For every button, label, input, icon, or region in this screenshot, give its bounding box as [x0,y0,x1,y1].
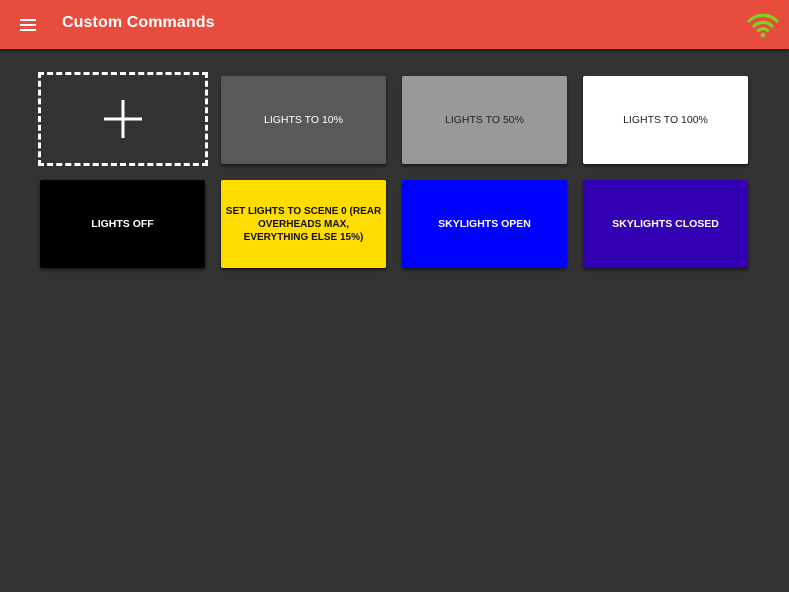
command-tile-scene-0[interactable]: SET LIGHTS TO SCENE 0 (REAR OVERHEADS MA… [221,180,386,268]
connection-status-button[interactable] [746,10,780,40]
command-tile-skylights-open[interactable]: SKYLIGHTS OPEN [402,180,567,268]
app-bar: Custom Commands [0,0,789,49]
command-label: LIGHTS TO 50% [445,113,524,126]
command-label: LIGHTS TO 100% [623,113,708,126]
command-tile-lights-off[interactable]: LIGHTS OFF [40,180,205,268]
command-grid: LIGHTS TO 10% LIGHTS TO 50% LIGHTS TO 10… [0,0,789,592]
add-command-button[interactable] [38,72,208,166]
command-label: LIGHTS TO 10% [264,113,343,126]
command-tile-skylights-closed[interactable]: SKYLIGHTS CLOSED [583,180,748,268]
command-tile-lights-100[interactable]: LIGHTS TO 100% [583,76,748,164]
plus-icon [104,100,142,138]
command-label: SET LIGHTS TO SCENE 0 (REAR OVERHEADS MA… [225,205,382,243]
page-title: Custom Commands [62,14,215,31]
command-label: SKYLIGHTS OPEN [438,217,531,230]
command-tile-lights-10[interactable]: LIGHTS TO 10% [221,76,386,164]
command-label: LIGHTS OFF [91,217,154,230]
wifi-connected-icon [747,13,779,38]
command-tile-lights-50[interactable]: LIGHTS TO 50% [402,76,567,164]
command-label: SKYLIGHTS CLOSED [612,217,719,230]
hamburger-menu-icon [20,19,36,31]
menu-button[interactable] [13,13,43,37]
